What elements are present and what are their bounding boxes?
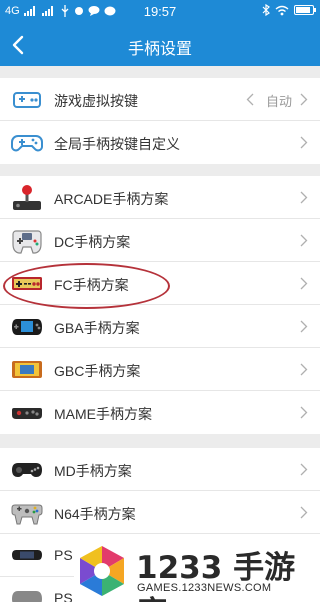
row-label: N64手柄方案 <box>54 506 136 522</box>
n64-controller-icon <box>11 504 43 525</box>
gamepad-icon <box>11 135 43 152</box>
row-label: GBA手柄方案 <box>54 320 140 336</box>
settings-group-schemes: ARCADE手柄方案 DC手柄方案 FC手柄方案 GBA手柄方案 GBC手柄方案… <box>0 176 320 434</box>
chevron-right-icon <box>300 93 308 106</box>
virtual-keys-row[interactable]: 游戏虚拟按键 自动 <box>0 78 320 121</box>
chevron-right-icon <box>300 463 308 476</box>
watermark-url: GAMES.1233NEWS.COM <box>137 582 272 594</box>
arcade-scheme-row[interactable]: ARCADE手柄方案 <box>0 176 320 219</box>
fc-controller-icon <box>12 277 42 290</box>
status-bar: 4G 19:57 <box>0 0 320 24</box>
gba-scheme-row[interactable]: GBA手柄方案 <box>0 305 320 348</box>
md-controller-icon <box>12 463 42 477</box>
global-keymap-row[interactable]: 全局手柄按键自定义 <box>0 121 320 164</box>
row-label: 全局手柄按键自定义 <box>54 136 180 152</box>
gbc-scheme-row[interactable]: GBC手柄方案 <box>0 348 320 391</box>
chevron-right-icon <box>300 234 308 247</box>
wifi-icon <box>275 5 289 15</box>
fc-scheme-row[interactable]: FC手柄方案 <box>0 262 320 305</box>
chevron-left-icon[interactable] <box>246 93 254 106</box>
bluetooth-icon <box>262 4 270 16</box>
chevron-right-icon <box>300 363 308 376</box>
mame-scheme-row[interactable]: MAME手柄方案 <box>0 391 320 434</box>
chevron-right-icon <box>300 506 308 519</box>
watermark: 1233 手游库 GAMES.1233NEWS.COM <box>74 540 320 602</box>
virtual-keys-icon <box>13 92 41 108</box>
battery-icon <box>294 5 316 15</box>
row-label: DC手柄方案 <box>54 234 131 250</box>
md-scheme-row[interactable]: MD手柄方案 <box>0 448 320 491</box>
row-label: PS <box>54 547 73 563</box>
row-label: PS <box>54 590 73 602</box>
n64-scheme-row[interactable]: N64手柄方案 <box>0 491 320 534</box>
row-label: GBC手柄方案 <box>54 363 141 379</box>
chevron-right-icon <box>300 191 308 204</box>
page-title: 手柄设置 <box>127 41 192 58</box>
ps-controller-icon <box>12 591 42 602</box>
mame-controller-icon <box>12 408 42 419</box>
psp-console-icon <box>12 550 42 560</box>
arcade-joystick-icon <box>13 185 41 210</box>
row-label: 游戏虚拟按键 <box>54 93 138 109</box>
settings-group-general: 游戏虚拟按键 自动 全局手柄按键自定义 <box>0 78 320 164</box>
chevron-right-icon <box>300 136 308 149</box>
dc-scheme-row[interactable]: DC手柄方案 <box>0 219 320 262</box>
chevron-right-icon <box>300 406 308 419</box>
header: 手柄设置 <box>0 24 320 66</box>
chevron-right-icon <box>300 277 308 290</box>
row-value: 自动 <box>265 94 292 109</box>
brand-logo-icon <box>80 546 124 596</box>
row-label: MD手柄方案 <box>54 463 132 479</box>
row-label: MAME手柄方案 <box>54 406 152 422</box>
row-label: FC手柄方案 <box>54 277 129 293</box>
gbc-console-icon <box>12 361 42 378</box>
chevron-right-icon <box>300 320 308 333</box>
dc-controller-icon <box>12 230 42 254</box>
row-label: ARCADE手柄方案 <box>54 191 169 207</box>
gba-console-icon <box>12 319 42 335</box>
